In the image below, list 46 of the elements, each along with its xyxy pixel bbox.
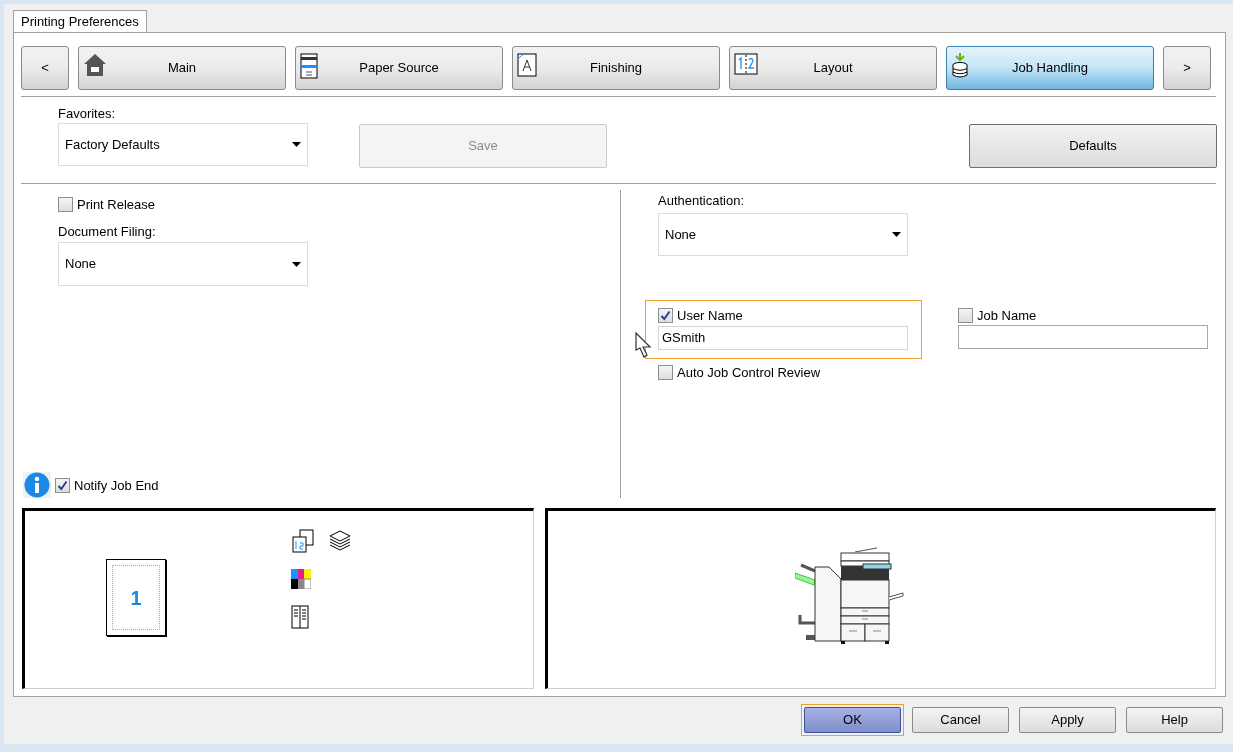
tab[interactable]: Main: [78, 46, 286, 90]
stack-download-icon: [951, 53, 969, 79]
text-field[interactable]: GSmith: [658, 326, 908, 350]
dropdown[interactable]: None: [658, 213, 908, 256]
dialog-button[interactable]: Help: [1126, 707, 1223, 733]
checkbox-label: Auto Job Control Review: [677, 365, 821, 379]
printer-icon: [300, 53, 318, 79]
dialog-button[interactable]: OK: [804, 707, 901, 733]
checkbox[interactable]: [58, 196, 73, 212]
mouse-cursor-icon: [633, 331, 653, 359]
nav-button[interactable]: <: [21, 46, 69, 90]
checkbox-label: Job Name: [977, 308, 1037, 322]
field-label: Favorites:: [58, 107, 117, 121]
dialog-button[interactable]: Cancel: [912, 707, 1009, 733]
paper-stack-icon: [329, 529, 351, 551]
checkbox[interactable]: [958, 307, 973, 323]
dialog-button[interactable]: Apply: [1019, 707, 1116, 733]
info-icon: [23, 472, 51, 498]
checkbox-label: Print Release: [77, 197, 156, 211]
dropdown-arrow-icon: [892, 232, 901, 237]
checkbox-label: User Name: [677, 308, 743, 322]
dialog-tab[interactable]: Printing Preferences: [13, 10, 147, 33]
dropdown[interactable]: Factory Defaults: [58, 123, 308, 166]
field-label: Document Filing:: [58, 225, 157, 238]
checkbox[interactable]: [658, 364, 673, 380]
field-label: Authentication:: [657, 194, 745, 207]
page-number: 1: [130, 585, 142, 611]
tab[interactable]: Job Handling: [946, 46, 1154, 90]
booklet-icon: [291, 605, 309, 629]
tab[interactable]: Layout: [729, 46, 937, 90]
color-grid-icon: [291, 569, 311, 589]
checkbox[interactable]: [658, 307, 673, 323]
nav-button[interactable]: >: [1163, 46, 1211, 90]
document-a-icon: [517, 53, 537, 77]
dropdown[interactable]: None: [58, 242, 308, 286]
tab[interactable]: Paper Source: [295, 46, 503, 90]
dropdown-arrow-icon: [292, 142, 301, 147]
dialog-button[interactable]: Defaults: [969, 124, 1217, 168]
house-icon: [83, 53, 107, 77]
dropdown-arrow-icon: [292, 261, 301, 267]
checkbox[interactable]: [55, 477, 70, 493]
tab[interactable]: Finishing: [512, 46, 720, 90]
checkbox-label: Notify Job End: [74, 478, 159, 492]
collate-pages-icon: [291, 529, 315, 553]
two-pages-icon: [734, 53, 758, 75]
text-field[interactable]: [958, 325, 1208, 349]
